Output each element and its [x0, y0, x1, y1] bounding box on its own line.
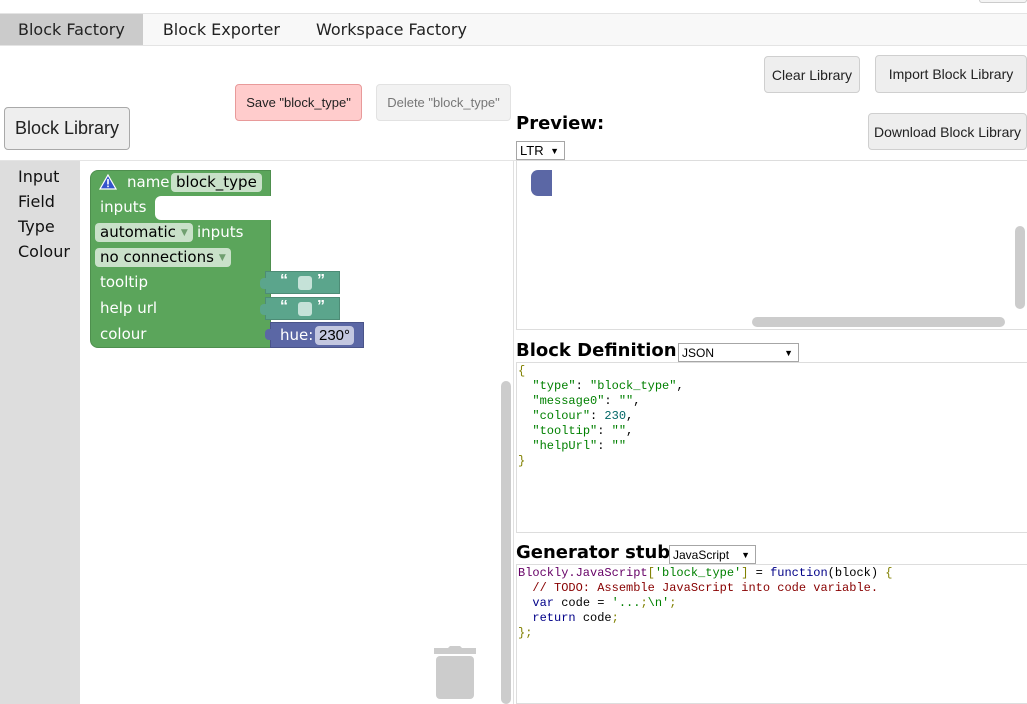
inputs-mode-dropdown[interactable]: automatic ▼ — [95, 223, 193, 242]
connector-nub — [260, 278, 268, 289]
workspace-right-border — [513, 161, 514, 704]
helpurl-text-block[interactable]: “ ” — [260, 297, 340, 320]
connector-nub — [265, 329, 273, 340]
open-quote-icon: “ — [280, 272, 288, 289]
code-line: "colour": 230, — [532, 409, 634, 423]
direction-select[interactable]: LTR ▼ — [516, 141, 565, 160]
hue-value-field[interactable]: 230° — [315, 326, 355, 345]
import-library-button[interactable]: Import Block Library — [875, 55, 1027, 93]
tab-workspace-factory[interactable]: Workspace Factory — [298, 14, 485, 45]
preview-block[interactable] — [531, 170, 552, 196]
tooltip-label: tooltip — [100, 273, 148, 291]
chevron-down-icon: ▼ — [741, 549, 750, 560]
inputs-label: inputs — [100, 198, 147, 216]
close-quote-icon: ” — [317, 298, 325, 315]
toolbox-category-colour[interactable]: Colour — [18, 242, 70, 261]
trash-icon[interactable] — [433, 644, 477, 699]
inputs-mode-value: automatic — [100, 223, 176, 241]
connections-dropdown[interactable]: no connections ▼ — [95, 248, 231, 267]
code-line: // TODO: Assemble JavaScript into code v… — [518, 581, 879, 595]
toolbox-category-type[interactable]: Type — [18, 217, 55, 236]
preview-horizontal-scrollbar[interactable] — [752, 317, 1005, 327]
block-library-button[interactable]: Block Library — [4, 107, 130, 150]
chevron-down-icon: ▼ — [784, 347, 793, 358]
code-line: } — [518, 454, 526, 468]
preview-vertical-scrollbar[interactable] — [1015, 226, 1025, 309]
clear-library-button[interactable]: Clear Library — [764, 56, 860, 93]
tab-bar: Block Factory Block Exporter Workspace F… — [0, 13, 1027, 46]
code-line: var code = '...;\n'; — [532, 596, 677, 610]
code-line: "message0": "", — [532, 394, 641, 408]
tab-block-factory[interactable]: Block Factory — [0, 14, 143, 45]
connector-nub — [260, 304, 268, 315]
dropdown-arrow-icon: ▼ — [218, 253, 226, 263]
connections-value: no connections — [100, 248, 214, 266]
chevron-down-icon: ▼ — [550, 145, 559, 156]
toolbox-category-input[interactable]: Input — [18, 167, 59, 186]
tab-block-exporter[interactable]: Block Exporter — [143, 14, 298, 45]
code-line: "type": "block_type", — [532, 379, 684, 393]
text-field[interactable] — [298, 302, 312, 316]
generator-stub-heading: Generator stub: — [516, 542, 678, 563]
generator-stub-code[interactable]: Blockly.JavaScript['block_type'] = funct… — [516, 564, 1027, 704]
tooltip-text-block[interactable]: “ ” — [260, 271, 340, 294]
toolbox-category-field[interactable]: Field — [18, 192, 55, 211]
block-definition-code[interactable]: { "type": "block_type", "message0": "", … — [516, 362, 1027, 533]
colour-hue-block[interactable]: hue: 230° — [265, 322, 364, 348]
block-name-field[interactable]: block_type — [171, 173, 262, 192]
code-line: "helpUrl": "" — [532, 439, 627, 453]
code-line: { — [518, 364, 526, 378]
block-definition-heading: Block Definition: — [516, 340, 684, 361]
helpurl-label: help url — [100, 299, 158, 317]
colour-label: colour — [100, 325, 147, 343]
open-quote-icon: “ — [280, 298, 288, 315]
definition-format-select[interactable]: JSON ▼ — [678, 343, 799, 362]
preview-heading: Preview: — [516, 113, 605, 134]
direction-value: LTR — [520, 143, 544, 158]
window-control-stub — [979, 0, 1027, 3]
close-quote-icon: ” — [317, 272, 325, 289]
generator-language-select[interactable]: JavaScript ▼ — [669, 545, 756, 564]
code-line: Blockly.JavaScript['block_type'] = funct… — [518, 566, 893, 580]
name-label: name — [127, 173, 170, 191]
download-library-button[interactable]: Download Block Library — [868, 113, 1027, 150]
inputs-statement-slot[interactable] — [155, 196, 271, 220]
text-field[interactable] — [298, 276, 312, 290]
save-block-button[interactable]: Save "block_type" — [235, 84, 362, 121]
inputs-suffix-label: inputs — [197, 223, 244, 241]
warning-icon[interactable] — [98, 173, 118, 194]
dropdown-arrow-icon: ▼ — [180, 228, 188, 238]
code-line: }; — [518, 626, 533, 640]
code-line: "tooltip": "", — [532, 424, 634, 438]
code-line: return code; — [532, 611, 619, 625]
preview-workspace[interactable] — [516, 160, 1027, 330]
generator-language-value: JavaScript — [673, 547, 730, 562]
definition-format-value: JSON — [682, 345, 715, 360]
workspace-vertical-scrollbar[interactable] — [501, 381, 511, 704]
delete-block-button[interactable]: Delete "block_type" — [376, 84, 511, 121]
toolbox: Input Field Type Colour — [0, 161, 80, 704]
hue-label: hue: — [280, 326, 314, 344]
